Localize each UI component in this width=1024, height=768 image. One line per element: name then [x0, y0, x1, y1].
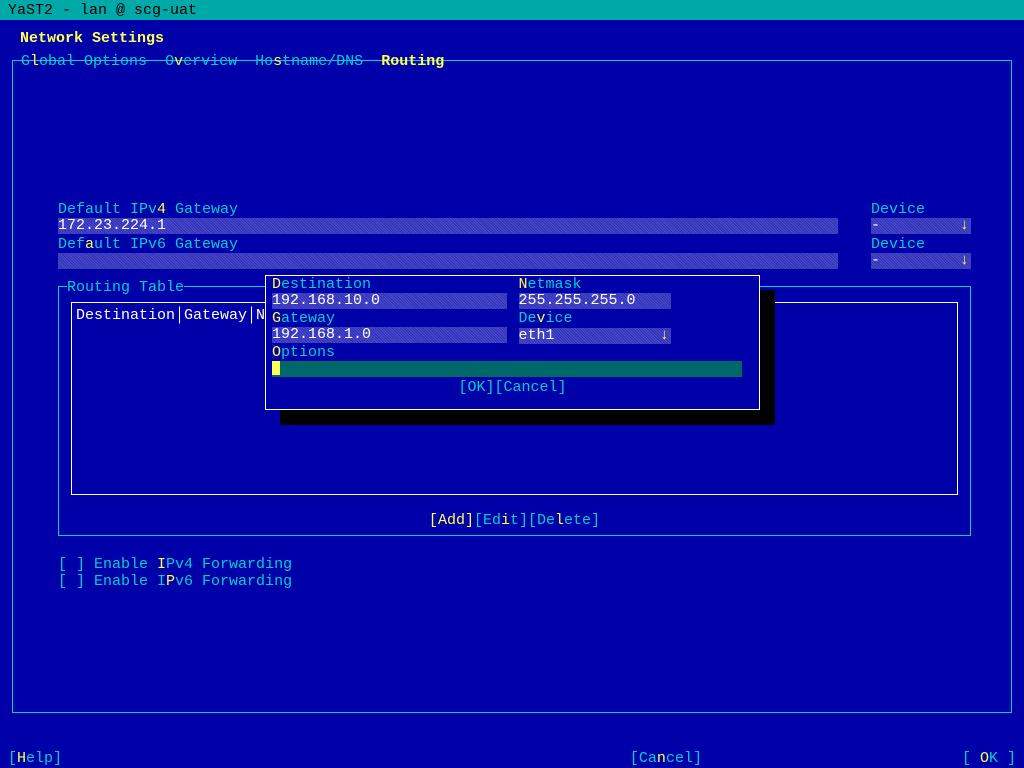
edit-button[interactable]: [Edit] [474, 512, 528, 529]
ipv4-forwarding-checkbox[interactable]: [ ] Enable IPv4 Forwarding [58, 556, 292, 573]
help-button[interactable]: [Help] [8, 750, 62, 766]
device-label: Device [519, 310, 754, 327]
netmask-label: Netmask [519, 276, 754, 293]
tab-hostname-dns[interactable]: Hostname/DNS [255, 53, 363, 70]
tab-global-options[interactable]: Global Options [21, 53, 147, 70]
delete-button[interactable]: [Delete] [528, 512, 600, 529]
gateway-input[interactable]: 192.168.1.0 [272, 327, 507, 343]
routing-buttons: [Add][Edit][Delete] [59, 512, 970, 529]
ipv4-device-label: Device [871, 201, 971, 218]
gateway-label: Gateway [272, 310, 507, 327]
main-area: Network Settings Global Options──Overvie… [0, 20, 1024, 748]
ipv4-device-select[interactable]: -↓ [871, 218, 971, 234]
ipv6-device-label: Device [871, 236, 971, 253]
route-edit-dialog: Destination 192.168.10.0 Netmask 255.255… [265, 275, 760, 410]
cancel-button[interactable]: [Cancel] [630, 750, 702, 766]
ipv6-forwarding-checkbox[interactable]: [ ] Enable IPv6 Forwarding [58, 573, 292, 590]
ipv6-gateway-row: Default IPv6 Gateway Device -↓ [58, 236, 971, 270]
device-select[interactable]: eth1↓ [519, 328, 671, 344]
destination-input[interactable]: 192.168.10.0 [272, 293, 507, 309]
ipv6-gateway-input[interactable] [58, 253, 838, 269]
tab-row: Global Options──Overview──Hostname/DNS──… [13, 53, 1011, 70]
netmask-input[interactable]: 255.255.255.0 [519, 293, 671, 309]
ipv4-gateway-input[interactable]: 172.23.224.1 [58, 218, 838, 234]
chevron-down-icon: ↓ [960, 253, 969, 269]
options-input[interactable] [272, 361, 742, 377]
forwarding-checks: [ ] Enable IPv4 Forwarding [ ] Enable IP… [58, 556, 292, 590]
dialog-ok-button[interactable]: [OK] [458, 379, 494, 396]
ipv4-gateway-label: Default IPv4 Gateway [58, 201, 238, 218]
destination-label: Destination [272, 276, 507, 293]
dialog-cancel-button[interactable]: [Cancel] [495, 379, 567, 396]
routing-table-title: Routing Table [67, 279, 184, 296]
ok-button[interactable]: [ OK ] [962, 750, 1016, 766]
chevron-down-icon: ↓ [660, 328, 669, 344]
title-bar: YaST2 - lan @ scg-uat [0, 0, 1024, 20]
add-button[interactable]: [Add] [429, 512, 474, 529]
options-label: Options [266, 344, 759, 361]
text-cursor-icon [272, 361, 280, 375]
bottom-bar: [Help] [Cancel] [ OK ] [0, 748, 1024, 768]
ipv6-device-select[interactable]: -↓ [871, 253, 971, 269]
tab-routing[interactable]: Routing [381, 53, 444, 70]
ipv4-gateway-row: Default IPv4 Gateway Device 172.23.224.1… [58, 201, 971, 235]
page-title: Network Settings [0, 20, 1024, 47]
ipv6-gateway-label: Default IPv6 Gateway [58, 236, 238, 253]
tab-overview[interactable]: Overview [165, 53, 237, 70]
chevron-down-icon: ↓ [960, 218, 969, 234]
